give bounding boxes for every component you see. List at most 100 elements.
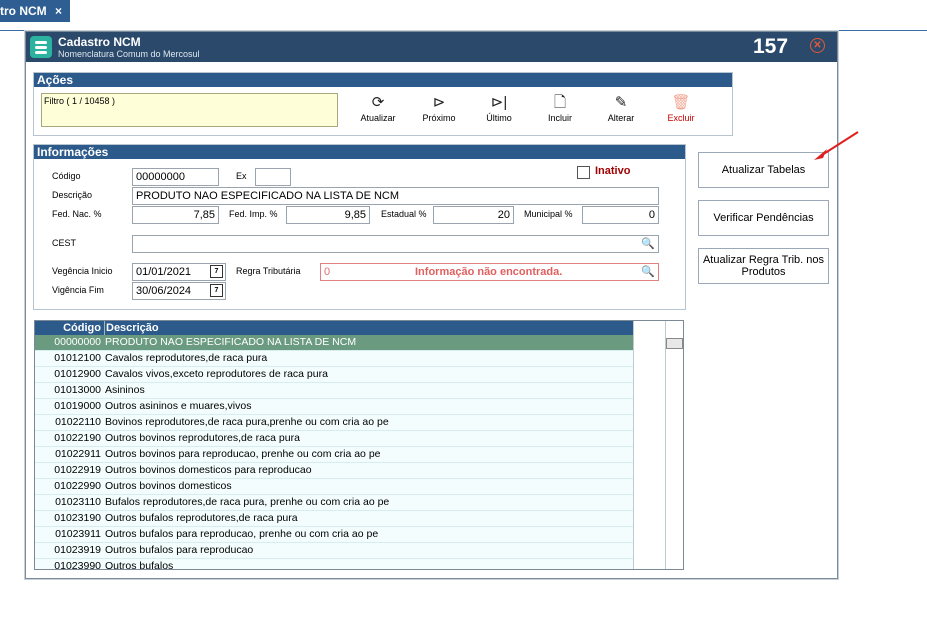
table-row[interactable]: 01022911 Outros bovinos para reproducao, … xyxy=(35,447,633,463)
next-icon: ⊳ xyxy=(432,94,446,111)
table-row[interactable]: 01023990 Outros bufalos xyxy=(35,559,633,570)
cell-descricao: Outros bovinos domesticos xyxy=(105,480,232,492)
atualizar-button[interactable]: ⟳ Atualizar xyxy=(348,93,408,129)
cell-descricao: Outros bufalos para reproducao, prenhe o… xyxy=(105,528,379,540)
ncm-window: Cadastro NCM Nomenclatura Comum do Merco… xyxy=(25,31,838,579)
proximo-button[interactable]: ⊳ Próximo xyxy=(409,93,469,129)
grid-scrollbar[interactable] xyxy=(633,321,683,569)
informacoes-group: Informações Código 00000000 Ex Inativo D… xyxy=(33,144,686,310)
cell-codigo: 00000000 xyxy=(54,336,101,348)
cest-field[interactable] xyxy=(132,235,659,253)
fed-imp-field[interactable]: 9,85 xyxy=(286,206,370,224)
search-icon[interactable]: 🔍 xyxy=(640,237,656,251)
ultimo-button[interactable]: ⊳| Último xyxy=(469,93,529,129)
descricao-label: Descrição xyxy=(52,190,93,200)
table-row[interactable]: 01022190 Outros bovinos reprodutores,de r… xyxy=(35,431,633,447)
cell-descricao: Bovinos reprodutores,de raca pura,prenhe… xyxy=(105,416,389,428)
annotation-arrow-icon xyxy=(814,131,859,160)
ex-field[interactable] xyxy=(255,168,291,186)
calendar-icon[interactable]: 7 xyxy=(210,284,223,297)
cell-descricao: Cavalos vivos,exceto reprodutores de rac… xyxy=(105,368,328,380)
table-row[interactable]: 01023911 Outros bufalos para reproducao, … xyxy=(35,527,633,543)
alterar-button[interactable]: ✎ Alterar xyxy=(591,93,651,129)
excluir-button[interactable]: 🗑 Excluir xyxy=(651,93,711,129)
cell-codigo: 01022990 xyxy=(54,480,101,492)
grid-header: Código Descrição xyxy=(35,321,633,335)
cell-codigo: 01022190 xyxy=(54,432,101,444)
ex-label: Ex xyxy=(236,171,247,181)
tab-close-icon[interactable]: × xyxy=(55,0,62,22)
alterar-label: Alterar xyxy=(607,113,635,123)
column-header-codigo[interactable]: Código xyxy=(35,321,101,335)
incluir-button[interactable]: 🗋 Incluir xyxy=(530,93,590,129)
fed-nac-field[interactable]: 7,85 xyxy=(132,206,219,224)
cell-codigo: 01023911 xyxy=(55,528,101,540)
estadual-label: Estadual % xyxy=(381,209,427,219)
table-row[interactable]: 01023919 Outros bufalos para reproducao xyxy=(35,543,633,559)
table-row[interactable]: 01022110 Bovinos reprodutores,de raca pur… xyxy=(35,415,633,431)
municipal-label: Municipal % xyxy=(524,209,573,219)
proximo-label: Próximo xyxy=(422,113,456,123)
scrollbar-thumb[interactable] xyxy=(666,338,683,349)
cell-codigo: 01013000 xyxy=(54,384,101,396)
cell-codigo: 01023919 xyxy=(54,544,101,556)
inativo-label: Inativo xyxy=(595,165,631,177)
cell-descricao: Outros bufalos para reproducao xyxy=(105,544,254,556)
window-subtitle: Nomenclatura Comum do Mercosul xyxy=(58,49,200,59)
trash-icon: 🗑 xyxy=(671,94,691,111)
scrollbar-track xyxy=(665,321,666,569)
title-bar: Cadastro NCM Nomenclatura Comum do Merco… xyxy=(26,32,837,62)
verificar-pendencias-button[interactable]: Verificar Pendências xyxy=(698,200,829,236)
codigo-field[interactable]: 00000000 xyxy=(132,168,219,186)
cell-codigo: 01023190 xyxy=(54,512,101,524)
cell-descricao: Cavalos reprodutores,de raca pura xyxy=(105,352,268,364)
incluir-label: Incluir xyxy=(547,113,572,123)
inativo-checkbox[interactable] xyxy=(577,166,590,179)
search-icon[interactable]: 🔍 xyxy=(640,265,656,279)
last-icon: ⊳| xyxy=(490,94,508,111)
app-logo-icon xyxy=(30,36,52,58)
table-row[interactable]: 01012100 Cavalos reprodutores,de raca pur… xyxy=(35,351,633,367)
window-title: Cadastro NCM xyxy=(58,35,141,49)
excluir-label: Excluir xyxy=(667,113,695,123)
table-row[interactable]: 01019000 Outros asininos e muares,vivos xyxy=(35,399,633,415)
table-row[interactable]: 00000000 PRODUTO NAO ESPECIFICADO NA LIST… xyxy=(35,335,633,351)
informacoes-heading: Informações xyxy=(34,145,685,159)
tab-label: tro NCM xyxy=(0,4,47,18)
vigencia-inicio-label: Vegência Inicio xyxy=(52,266,113,276)
vigencia-fim-label: Vigência Fim xyxy=(52,285,104,295)
ncm-grid: Código Descrição 00000000 PRODUTO NAO ESP… xyxy=(34,320,684,570)
regra-tributaria-field[interactable]: 0 Informação não encontrada. xyxy=(320,263,659,281)
atualizar-label: Atualizar xyxy=(360,113,396,123)
calendar-icon[interactable]: 7 xyxy=(210,265,223,278)
cell-descricao: Outros bufalos reprodutores,de raca pura xyxy=(105,512,298,524)
atualizar-regra-button[interactable]: Atualizar Regra Trib. nos Produtos xyxy=(698,248,829,284)
fed-imp-label: Fed. Imp. % xyxy=(229,209,278,219)
cell-descricao: Outros bufalos xyxy=(105,560,174,570)
estadual-field[interactable]: 20 xyxy=(433,206,514,224)
tab-cadastro-ncm[interactable]: tro NCM × xyxy=(0,0,70,22)
table-row[interactable]: 01023190 Outros bufalos reprodutores,de r… xyxy=(35,511,633,527)
tab-bar: tro NCM × xyxy=(0,0,927,31)
table-row[interactable]: 01023110 Bufalos reprodutores,de raca pur… xyxy=(35,495,633,511)
refresh-icon: ⟳ xyxy=(371,94,385,111)
regra-message: Informação não encontrada. xyxy=(415,266,563,278)
close-icon[interactable]: ✕ xyxy=(810,38,825,53)
filter-box[interactable]: Filtro ( 1 / 10458 ) xyxy=(41,93,338,127)
cell-codigo: 01023990 xyxy=(54,560,101,570)
edit-icon: ✎ xyxy=(614,94,628,111)
descricao-field[interactable]: PRODUTO NAO ESPECIFICADO NA LISTA DE NCM xyxy=(132,187,659,205)
cell-codigo: 01012900 xyxy=(54,368,101,380)
cell-codigo: 01012100 xyxy=(54,352,101,364)
municipal-field[interactable]: 0 xyxy=(582,206,659,224)
column-header-descricao[interactable]: Descrição xyxy=(104,321,159,335)
cell-descricao: Bufalos reprodutores,de raca pura, prenh… xyxy=(105,496,390,508)
table-row[interactable]: 01013000 Asininos xyxy=(35,383,633,399)
table-row[interactable]: 01022990 Outros bovinos domesticos xyxy=(35,479,633,495)
table-row[interactable]: 01022919 Outros bovinos domesticos para r… xyxy=(35,463,633,479)
acoes-group: Ações Filtro ( 1 / 10458 ) ⟳ Atualizar ⊳… xyxy=(33,72,733,136)
cell-descricao: Outros bovinos domesticos para reproduca… xyxy=(105,464,312,476)
codigo-label: Código xyxy=(52,171,81,181)
table-row[interactable]: 01012900 Cavalos vivos,exceto reprodutore… xyxy=(35,367,633,383)
grid-rows: 00000000 PRODUTO NAO ESPECIFICADO NA LIST… xyxy=(35,335,633,570)
